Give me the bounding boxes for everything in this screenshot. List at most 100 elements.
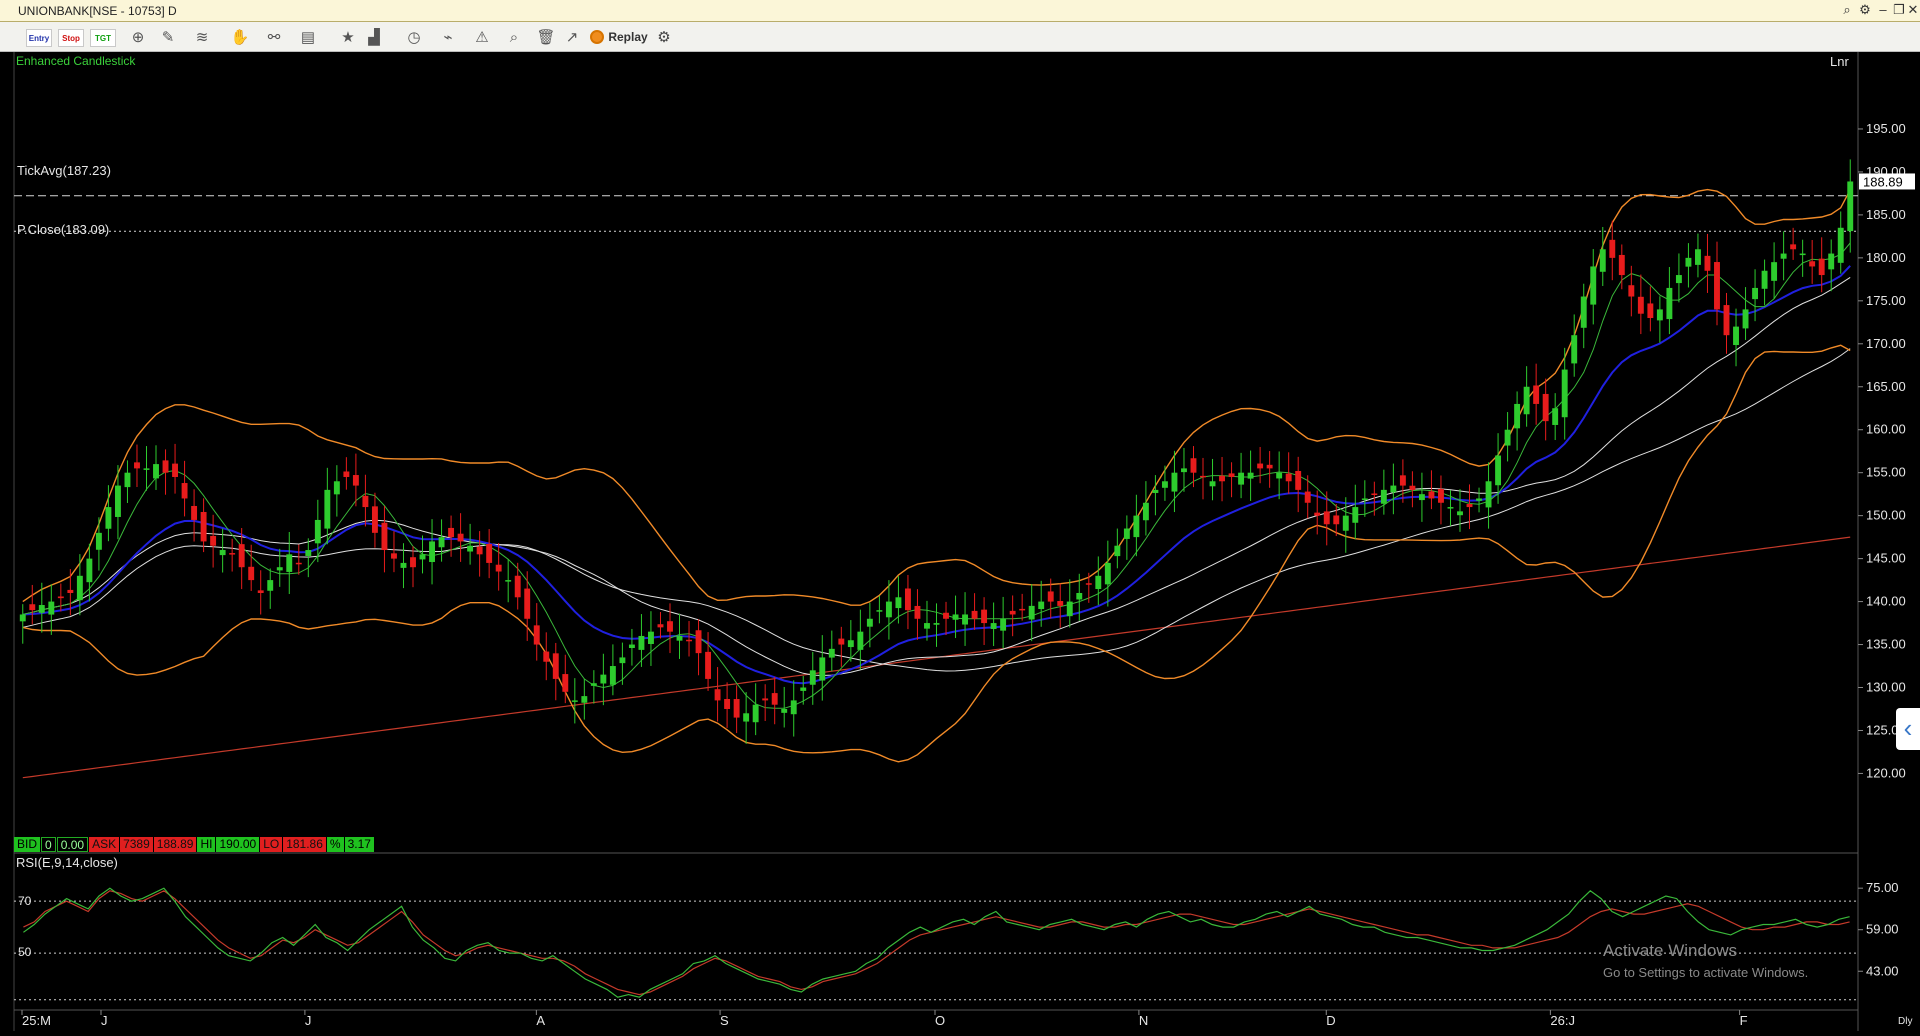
- candle-body: [1685, 257, 1692, 267]
- crosshair-icon[interactable]: ⊕: [126, 27, 150, 47]
- candle-body: [771, 693, 778, 705]
- candle-body: [1780, 253, 1787, 259]
- price-tick-label: 170.00: [1866, 336, 1906, 351]
- price-tick-label: 185.00: [1866, 207, 1906, 222]
- candle-body: [1133, 515, 1140, 538]
- candle-body: [1828, 253, 1835, 270]
- candle-body: [1704, 255, 1711, 271]
- price-chart-svg[interactable]: 120.00125.00130.00135.00140.00145.00150.…: [0, 52, 1920, 1031]
- search-icon[interactable]: ⌕: [1838, 2, 1856, 18]
- candle-body: [1514, 403, 1521, 429]
- delete-icon[interactable]: 🗑: [534, 27, 558, 47]
- alert-icon[interactable]: ⚠: [470, 27, 494, 47]
- candle-body: [1295, 470, 1302, 490]
- price-tick-label: 165.00: [1866, 379, 1906, 394]
- candle-body: [752, 704, 759, 723]
- candle-body: [1009, 610, 1016, 615]
- link-icon[interactable]: ⚯: [262, 27, 286, 47]
- template-icon[interactable]: ▤: [296, 27, 320, 47]
- target-button[interactable]: TGT: [90, 29, 116, 47]
- candle-body: [371, 506, 378, 533]
- time-tick-label: J: [101, 1013, 108, 1028]
- price-tick-label: 155.00: [1866, 465, 1906, 480]
- candle-body: [410, 557, 416, 568]
- candle-body: [1219, 475, 1225, 482]
- candle-body: [448, 527, 455, 538]
- indicator-icon[interactable]: ▟: [362, 27, 386, 47]
- rsi-level-50-label: 50: [18, 945, 32, 959]
- candle-body: [1561, 369, 1568, 418]
- candle-body: [172, 463, 178, 477]
- candle-body: [1200, 475, 1206, 478]
- entry-button[interactable]: Entry: [26, 29, 52, 47]
- candle-body: [343, 471, 350, 477]
- side-panel-toggle[interactable]: ‹: [1896, 708, 1920, 750]
- candle-body: [1618, 254, 1625, 276]
- candle-body: [1457, 511, 1463, 516]
- candle-body: [1304, 491, 1311, 503]
- price-tick-label: 180.00: [1866, 250, 1906, 265]
- candle-body: [885, 601, 892, 618]
- time-tick-label: N: [1139, 1013, 1148, 1028]
- candle-body: [1152, 489, 1159, 494]
- candle-body: [1799, 253, 1806, 256]
- candle-body: [391, 553, 397, 559]
- candle-body: [162, 460, 169, 473]
- lo-label: LO: [260, 837, 283, 852]
- candle-body: [476, 546, 483, 555]
- candle-body: [1428, 491, 1435, 499]
- replay-button[interactable]: Replay: [586, 27, 652, 47]
- candle-body: [19, 614, 26, 622]
- candle-body: [1247, 472, 1254, 479]
- candle-body: [1209, 481, 1216, 487]
- candle-body: [1523, 386, 1530, 415]
- favorite-icon[interactable]: ★: [336, 27, 360, 47]
- candle-body: [362, 495, 369, 508]
- candle-body: [1466, 504, 1473, 508]
- trend-icon[interactable]: ↗: [560, 27, 584, 47]
- candle-body: [1609, 239, 1616, 258]
- settings-icon[interactable]: ⚙: [1856, 2, 1874, 18]
- candle-body: [600, 674, 607, 684]
- candle-body: [1647, 303, 1654, 319]
- timeframe-badge[interactable]: Dly: [1898, 1016, 1912, 1027]
- candle-body: [76, 575, 83, 601]
- candle-body: [971, 610, 978, 619]
- candle-body: [400, 562, 407, 568]
- candle-body: [952, 614, 959, 620]
- candle-body: [1590, 266, 1597, 305]
- candle-body: [1409, 485, 1416, 490]
- candle-body: [286, 554, 293, 572]
- candle-body: [1599, 249, 1606, 272]
- candle-body: [143, 468, 150, 470]
- signal-icon[interactable]: ⌁: [436, 27, 460, 47]
- fib-icon[interactable]: ≋: [190, 27, 214, 47]
- price-tick-label: 120.00: [1866, 765, 1906, 780]
- close-icon[interactable]: ✕: [1904, 2, 1920, 18]
- pan-icon[interactable]: ✋: [228, 27, 252, 47]
- candle-body: [114, 485, 121, 517]
- candle-body: [657, 624, 664, 628]
- zoom-icon[interactable]: ⌕: [502, 27, 526, 47]
- chart-area[interactable]: 120.00 125.00 130.00 135.00 140.00 145.00 150.…: [0, 52, 1920, 1031]
- candle-body: [1333, 515, 1340, 525]
- candle-body: [1733, 326, 1739, 346]
- price-tick-label: 195.00: [1866, 121, 1906, 136]
- candle-body: [1666, 287, 1673, 320]
- candle-body: [29, 604, 36, 611]
- candle-body: [962, 614, 969, 625]
- candle-body: [895, 597, 902, 609]
- settings-gear-icon[interactable]: ⚙: [652, 27, 676, 47]
- candle-body: [1047, 591, 1054, 602]
- candle-body: [1771, 262, 1778, 281]
- time-tick-label: O: [935, 1013, 945, 1028]
- scale-mode[interactable]: Lnr: [1830, 54, 1849, 69]
- stop-button[interactable]: Stop: [58, 29, 84, 47]
- draw-line-icon[interactable]: ✎: [156, 27, 180, 47]
- candle-body: [943, 612, 949, 619]
- candle-body: [1485, 481, 1492, 508]
- candle-body: [438, 537, 445, 548]
- clock-icon[interactable]: ◷: [402, 27, 426, 47]
- rsi-level-70-label: 70: [18, 894, 32, 908]
- price-tick-label: 130.00: [1866, 680, 1906, 695]
